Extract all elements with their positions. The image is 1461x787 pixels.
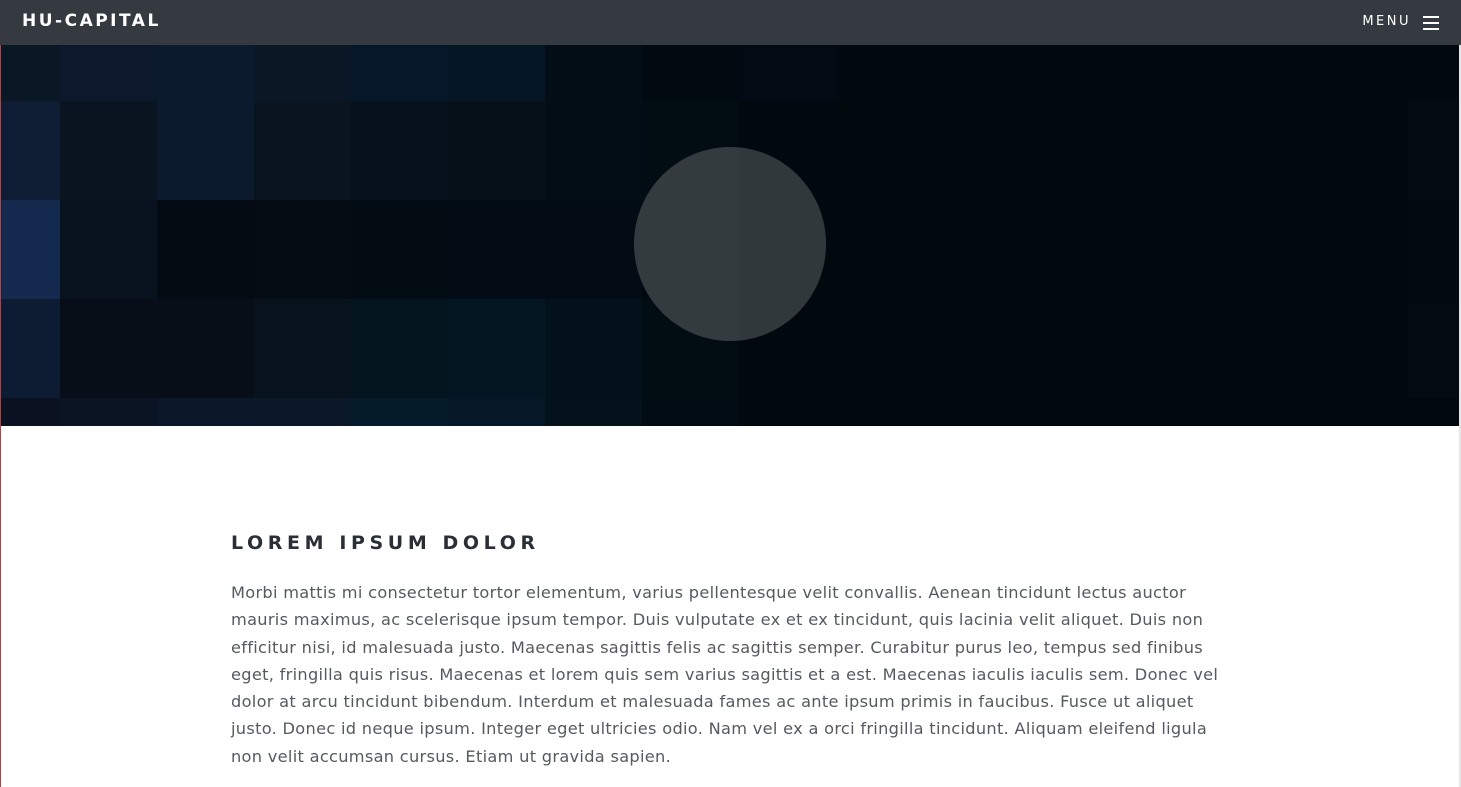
section-paragraph: Morbi mattis mi consectetur tortor eleme… bbox=[231, 583, 1219, 766]
hero-circle-avatar bbox=[634, 147, 826, 341]
menu-label: MENU bbox=[1362, 14, 1411, 29]
content-section: LOREM IPSUM DOLOR Morbi mattis mi consec… bbox=[231, 520, 1231, 770]
hamburger-icon bbox=[1423, 15, 1439, 30]
menu-button[interactable]: MENU bbox=[1362, 12, 1439, 32]
page: HU-CAPITAL MENU LOREM IPSUM DOLOR Morbi … bbox=[0, 0, 1461, 787]
navbar: HU-CAPITAL MENU bbox=[0, 0, 1461, 45]
section-title: LOREM IPSUM DOLOR bbox=[231, 532, 540, 554]
brand-logo[interactable]: HU-CAPITAL bbox=[22, 11, 161, 31]
page-edge-left bbox=[0, 0, 1, 787]
hero-banner bbox=[0, 45, 1461, 426]
